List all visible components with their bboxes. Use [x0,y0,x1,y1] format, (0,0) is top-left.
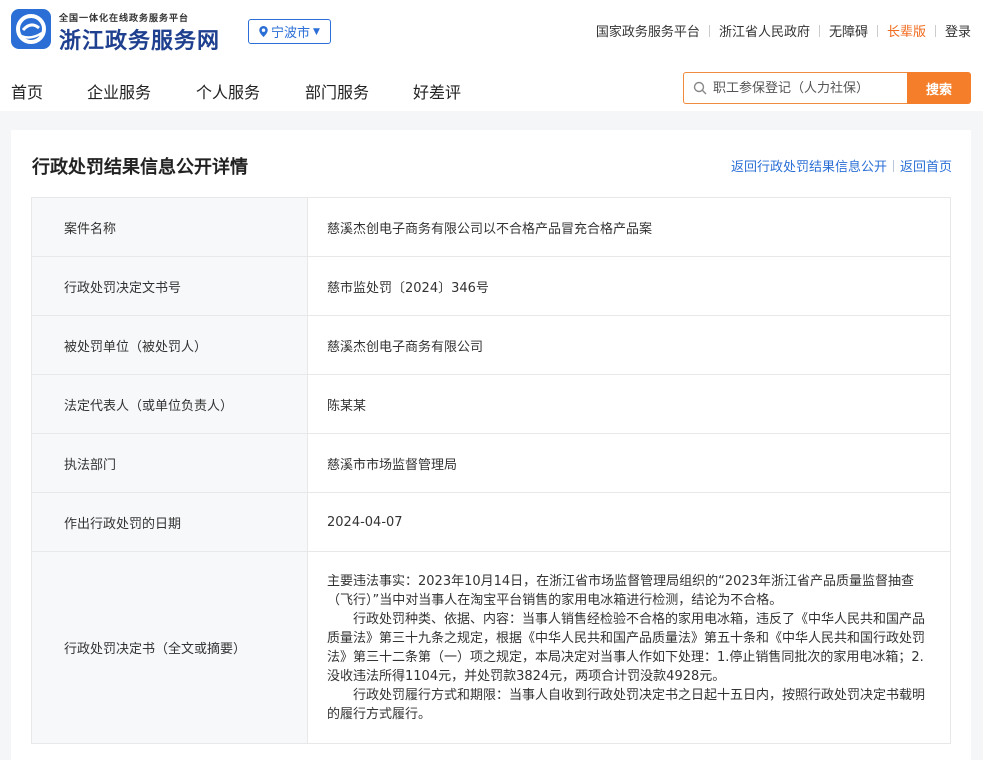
table-row: 作出行政处罚的日期 2024-04-07 [32,493,951,552]
search-icon [693,81,707,95]
decision-text: 主要违法事实：2023年10月14日，在浙江省市场监督管理局组织的“2023年浙… [308,552,951,743]
breadcrumb: 返回行政处罚结果信息公开 返回首页 [731,156,952,175]
decision-paragraph-penalty: 行政处罚种类、依据、内容：当事人销售经检验不合格的家用电冰箱，违反了《中华人民共… [327,612,926,684]
main-nav: 首页 企业服务 个人服务 部门服务 好差评 [11,79,461,103]
row-label: 作出行政处罚的日期 [32,493,308,551]
nav-rating[interactable]: 好差评 [413,79,461,103]
logo-title[interactable]: 浙江政务服务网 [59,23,220,55]
table-row: 案件名称 慈溪杰创电子商务有限公司以不合格产品冒充合格产品案 [32,198,951,257]
nav-personal-services[interactable]: 个人服务 [196,79,305,103]
table-row: 被处罚单位（被处罚人） 慈溪杰创电子商务有限公司 [32,316,951,375]
row-value: 慈溪市市场监督管理局 [308,434,951,492]
location-pin-icon [259,26,268,37]
divider [708,24,710,37]
row-label: 被处罚单位（被处罚人） [32,316,308,374]
page-title: 行政处罚结果信息公开详情 [32,157,248,178]
search-box [683,72,907,104]
city-selector[interactable]: 宁波市 ▼ [248,19,331,44]
link-national-platform[interactable]: 国家政务服务平台 [596,21,700,40]
caret-down-icon: ▼ [313,26,320,37]
divider [876,24,878,37]
row-label: 行政处罚决定文书号 [32,257,308,315]
row-label: 法定代表人（或单位负责人） [32,375,308,433]
link-provincial-government[interactable]: 浙江省人民政府 [719,21,810,40]
decision-paragraph-fulfillment: 行政处罚履行方式和期限：当事人自收到行政处罚决定书之日起十五日内，按照行政处罚决… [327,688,926,722]
divider [934,24,936,37]
back-to-home-link[interactable]: 返回首页 [900,156,952,175]
row-value: 2024-04-07 [308,493,951,551]
decision-paragraph-facts: 主要违法事实：2023年10月14日，在浙江省市场监督管理局组织的“2023年浙… [327,574,914,608]
table-row: 执法部门 慈溪市市场监督管理局 [32,434,951,493]
back-to-list-link[interactable]: 返回行政处罚结果信息公开 [731,156,887,175]
city-name: 宁波市 [271,26,311,41]
nav-enterprise-services[interactable]: 企业服务 [87,79,196,103]
detail-card: 行政处罚结果信息公开详情 返回行政处罚结果信息公开 返回首页 案件名称 慈溪杰创… [11,130,971,760]
link-elder-mode[interactable]: 长辈版 [887,21,926,40]
search-input[interactable] [713,80,903,96]
detail-table: 案件名称 慈溪杰创电子商务有限公司以不合格产品冒充合格产品案 行政处罚决定文书号… [31,197,951,744]
divider [892,159,894,172]
row-value: 慈溪杰创电子商务有限公司以不合格产品冒充合格产品案 [308,198,951,256]
site-logo-icon[interactable] [11,9,51,49]
divider [818,24,820,37]
row-value: 慈市监处罚〔2024〕346号 [308,257,951,315]
row-value: 慈溪杰创电子商务有限公司 [308,316,951,374]
table-row: 法定代表人（或单位负责人） 陈某某 [32,375,951,434]
nav-home[interactable]: 首页 [11,79,87,103]
table-row: 行政处罚决定文书号 慈市监处罚〔2024〕346号 [32,257,951,316]
row-value: 陈某某 [308,375,951,433]
top-links: 国家政务服务平台 浙江省人民政府 无障碍 长辈版 登录 [596,21,971,40]
link-accessibility[interactable]: 无障碍 [829,21,868,40]
row-label: 案件名称 [32,198,308,256]
row-label: 行政处罚决定书（全文或摘要） [32,552,308,743]
search-button[interactable]: 搜索 [907,72,971,104]
site-header: 全国一体化在线政务服务平台 浙江政务服务网 宁波市 ▼ 国家政务服务平台 浙江省… [0,0,983,111]
row-label: 执法部门 [32,434,308,492]
link-login[interactable]: 登录 [945,21,971,40]
table-row-decision: 行政处罚决定书（全文或摘要） 主要违法事实：2023年10月14日，在浙江省市场… [32,552,951,744]
nav-department-services[interactable]: 部门服务 [305,79,413,103]
